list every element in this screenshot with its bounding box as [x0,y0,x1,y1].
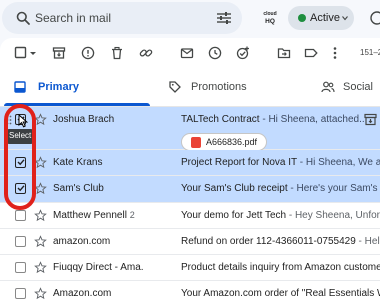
email-subject: Your Amazon.com order of "Real Essential… [181,288,380,299]
add-to-tasks-icon[interactable] [236,46,250,60]
tab-primary-label: Primary [38,81,79,93]
tab-social[interactable]: Social [310,69,380,106]
star-icon[interactable] [34,209,47,222]
email-row[interactable]: amazon.com Refund on order 112-4366011-0… [0,229,380,255]
gmail-app: Search in mail cloud HQ Active 151– Prim… [0,0,380,300]
sender-name: Fiuqqy Direct - Ama. [53,262,144,273]
star-icon[interactable] [34,261,47,274]
pdf-icon [191,137,201,148]
star-icon[interactable] [34,235,47,248]
sender-name: Kate Krans [53,157,103,168]
row-checkbox[interactable] [15,288,26,299]
report-spam-icon[interactable] [81,46,95,60]
inbox-icon [14,81,26,93]
email-row[interactable]: Matthew Pennell 2 Your demo for Jett Tec… [0,203,380,229]
chevron-down-icon [342,16,348,21]
attachment-chip[interactable]: A666836.pdf [181,133,267,151]
email-subject: Your Sam's Club receipt - Here's your Sa… [181,183,380,194]
checkbox-highlight-annotation [4,104,36,210]
status-label: Active [310,12,340,24]
email-subject: Your demo for Jett Tech - Hey Sheena, Un… [181,210,380,221]
email-subject: TALTech Contract - Hi Sheena, attached..… [181,114,368,125]
link-icon[interactable] [139,46,153,60]
tab-promotions-label: Promotions [191,81,247,93]
mail-list-panel: 151–2 Primary Promotions [0,38,380,300]
email-subject: Refund on order 112-4366011-0755429 - He… [181,236,380,247]
email-row[interactable]: Amazon.com Your Amazon.com order of "Rea… [0,281,380,300]
sender-name: Sam's Club [53,183,104,194]
email-subject: Project Report for Nova IT - Hi Sheena, … [181,157,380,168]
label-icon[interactable] [304,46,318,60]
search-input[interactable]: Search in mail [35,11,111,25]
row-checkbox[interactable] [15,262,26,273]
category-tabs: Primary Promotions Social [0,69,380,107]
tab-primary[interactable]: Primary [0,69,150,106]
search-icon[interactable] [16,11,30,25]
email-row[interactable]: Joshua Brach TALTech Contract - Hi Sheen… [0,107,380,151]
row-archive-icon[interactable] [364,113,377,126]
delete-icon[interactable] [110,46,124,60]
sender-name: amazon.com [53,236,111,247]
star-icon[interactable] [34,287,47,300]
cloudhq-logo[interactable]: cloud HQ [260,10,280,26]
move-to-icon[interactable] [277,46,291,60]
tag-icon [169,81,181,93]
tab-social-label: Social [343,81,373,93]
select-all-checkbox[interactable] [14,46,28,60]
help-icon[interactable] [368,11,380,25]
snooze-icon[interactable] [208,46,222,60]
search-bar[interactable]: Search in mail [2,2,242,34]
email-row[interactable]: Kate Krans Project Report for Nova IT - … [0,150,380,176]
status-dropdown[interactable]: Active [288,6,354,30]
pagination-text: 151–2 [360,48,380,57]
more-options-icon[interactable] [332,46,338,60]
row-checkbox[interactable] [15,236,26,247]
sender-name: Joshua Brach [53,114,115,125]
row-checkbox[interactable] [15,210,26,221]
archive-icon[interactable] [52,46,66,60]
mark-as-unread-icon[interactable] [180,46,194,60]
sender-name: Amazon.com [53,288,112,299]
search-options-icon[interactable] [216,11,232,25]
email-row[interactable]: Sam's Club Your Sam's Club receipt - Her… [0,176,380,203]
top-bar: Search in mail cloud HQ Active [0,0,380,38]
list-toolbar: 151–2 [0,38,380,68]
thread-count: 2 [129,210,135,220]
email-subject: Product details inquiry from Amazon cust… [181,262,380,273]
select-dropdown-icon[interactable] [29,46,37,60]
status-dot-icon [298,14,306,22]
attachment-name: A666836.pdf [206,137,258,147]
email-row[interactable]: Fiuqqy Direct - Ama. Product details inq… [0,255,380,281]
sender-name: Matthew Pennell 2 [53,210,135,221]
people-icon [321,81,335,93]
tab-promotions[interactable]: Promotions [160,69,300,106]
